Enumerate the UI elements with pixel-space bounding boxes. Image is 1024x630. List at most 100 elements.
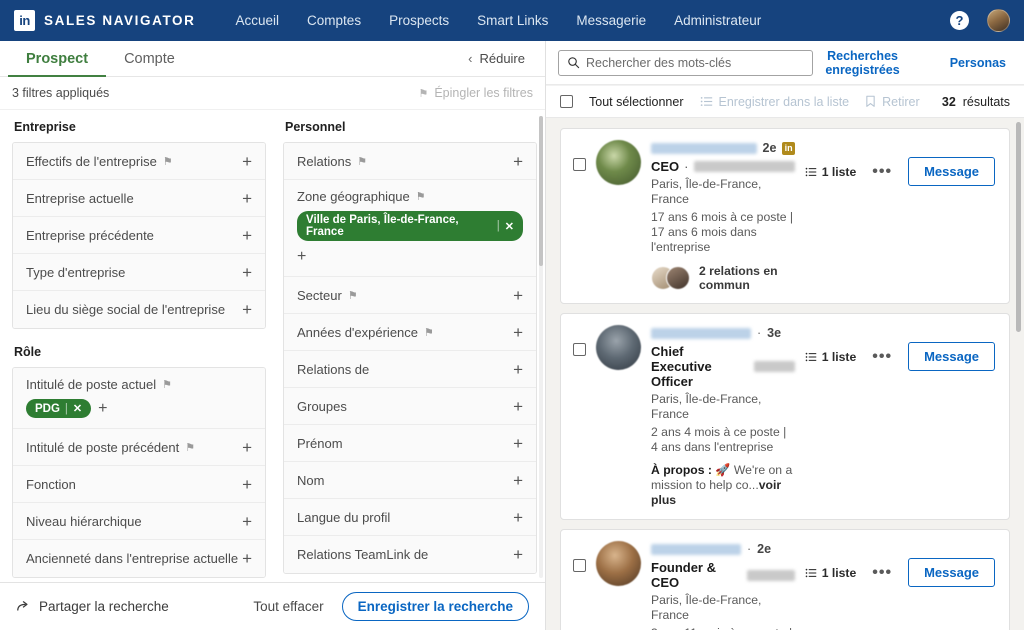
nav-link-prospects[interactable]: Prospects — [375, 0, 463, 41]
more-options-icon[interactable]: ••• — [872, 348, 892, 364]
result-select-checkbox[interactable] — [573, 559, 586, 572]
plus-icon[interactable]: + — [242, 513, 252, 530]
filter-row-prenom[interactable]: Prénom + — [284, 425, 536, 462]
result-card[interactable]: 2e in CEO · Paris, Île-de-France, France… — [560, 128, 1010, 304]
reduce-panel-button[interactable]: ‹ Réduire — [468, 41, 537, 76]
select-all-checkbox[interactable] — [560, 95, 573, 108]
result-card[interactable]: · 3e Chief Executive Officer Paris, Île-… — [560, 313, 1010, 520]
filter-row-groupes[interactable]: Groupes + — [284, 388, 536, 425]
filter-row-niveau-hierarchique[interactable]: Niveau hiérarchique + — [13, 503, 265, 540]
plus-icon[interactable]: + — [242, 439, 252, 456]
plus-icon[interactable]: + — [242, 550, 252, 567]
plus-icon[interactable]: + — [242, 190, 252, 207]
result-card[interactable]: · 2e Founder & CEO Paris, Île-de-France,… — [560, 529, 1010, 630]
prospect-title-line: Founder & CEO — [651, 560, 795, 590]
save-to-list-button[interactable]: Enregistrer dans la liste — [700, 95, 849, 109]
filter-row-relations-de[interactable]: Relations de + — [284, 351, 536, 388]
saved-searches-line-2: enregistrées — [825, 62, 900, 77]
filter-pill-ville-de-paris[interactable]: Ville de Paris, Île-de-France, France | … — [297, 211, 523, 241]
tab-compte[interactable]: Compte — [106, 41, 193, 76]
prospect-tenure: 3 ans 11 mois à ce poste | 3 ans 11 mois… — [651, 626, 795, 630]
message-button[interactable]: Message — [908, 342, 995, 371]
plus-icon[interactable]: + — [513, 546, 523, 563]
filter-row-fonction[interactable]: Fonction + — [13, 466, 265, 503]
save-search-button[interactable]: Enregistrer la recherche — [341, 592, 529, 621]
plus-icon[interactable]: + — [242, 264, 252, 281]
select-all-label[interactable]: Tout sélectionner — [589, 95, 684, 109]
filter-row-effectifs-entreprise[interactable]: Effectifs de l'entreprise ⚑ + — [13, 143, 265, 180]
help-icon[interactable]: ? — [950, 11, 969, 30]
filter-box-entreprise: Effectifs de l'entreprise ⚑ + Entreprise… — [12, 142, 266, 329]
personas-link[interactable]: Personas — [950, 56, 1006, 70]
filter-row-intitule-poste-precedent[interactable]: Intitulé de poste précédent ⚑ + — [13, 429, 265, 466]
share-search-label: Partager la recherche — [39, 599, 169, 614]
nav-link-accueil[interactable]: Accueil — [222, 0, 294, 41]
filter-row-annees-experience[interactable]: Années d'expérience ⚑ + — [284, 314, 536, 351]
tab-prospect[interactable]: Prospect — [8, 41, 107, 77]
filter-row-anciennete-entreprise-actuelle[interactable]: Ancienneté dans l'entreprise actuelle + — [13, 540, 265, 577]
filter-label: Effectifs de l'entreprise — [26, 153, 157, 169]
pin-filters-button[interactable]: ⚑ Épingler les filtres — [418, 86, 533, 100]
filter-pills: PDG | ✕ + — [26, 399, 252, 418]
filter-row-lieu-siege-social[interactable]: Lieu du siège social de l'entreprise + — [13, 291, 265, 328]
more-options-icon[interactable]: ••• — [872, 163, 892, 179]
plus-icon[interactable]: + — [513, 287, 523, 304]
pill-separator: | — [496, 220, 500, 232]
results-scrollbar-thumb[interactable] — [1016, 122, 1021, 332]
result-select-checkbox[interactable] — [573, 158, 586, 171]
filter-group-title-personnel: Personnel — [285, 120, 346, 134]
plus-icon[interactable]: + — [242, 476, 252, 493]
close-icon[interactable]: ✕ — [505, 220, 514, 233]
filter-row-langue-profil[interactable]: Langue du profil + — [284, 499, 536, 536]
message-button[interactable]: Message — [908, 558, 995, 587]
plus-icon[interactable]: + — [513, 324, 523, 341]
share-search-button[interactable]: Partager la recherche — [16, 599, 169, 614]
plus-icon[interactable]: + — [513, 509, 523, 526]
search-field-wrapper[interactable] — [558, 49, 814, 76]
prospect-avatar[interactable] — [596, 541, 641, 586]
list-chip[interactable]: 1 liste — [805, 566, 856, 580]
remove-button[interactable]: Retirer — [865, 95, 920, 109]
plus-icon[interactable]: + — [513, 153, 523, 170]
plus-icon[interactable]: + — [513, 361, 523, 378]
filter-row-relations-teamlink[interactable]: Relations TeamLink de + — [284, 536, 536, 573]
plus-icon[interactable]: + — [242, 227, 252, 244]
plus-icon[interactable]: + — [513, 398, 523, 415]
list-chip[interactable]: 1 liste — [805, 165, 856, 179]
message-button[interactable]: Message — [908, 157, 995, 186]
nav-link-messagerie[interactable]: Messagerie — [562, 0, 660, 41]
user-avatar[interactable] — [987, 9, 1010, 32]
filters-scrollbar-thumb[interactable] — [539, 116, 543, 266]
prospect-avatar[interactable] — [596, 140, 641, 185]
clear-all-button[interactable]: Tout effacer — [253, 599, 323, 614]
search-input[interactable] — [586, 55, 805, 70]
mutual-connections[interactable]: 2 relations en commun — [651, 264, 795, 292]
filter-row-type-entreprise[interactable]: Type d'entreprise + — [13, 254, 265, 291]
list-chip[interactable]: 1 liste — [805, 350, 856, 364]
saved-searches-link[interactable]: Recherches enregistrées — [825, 49, 899, 77]
plus-icon[interactable]: + — [513, 435, 523, 452]
filter-row-entreprise-actuelle[interactable]: Entreprise actuelle + — [13, 180, 265, 217]
filter-row-entreprise-precedente[interactable]: Entreprise précédente + — [13, 217, 265, 254]
degree-separator: · — [747, 542, 752, 556]
result-select-checkbox[interactable] — [573, 343, 586, 356]
filter-row-nom[interactable]: Nom + — [284, 462, 536, 499]
filter-row-relations[interactable]: Relations ⚑ + — [284, 143, 536, 180]
nav-link-comptes[interactable]: Comptes — [293, 0, 375, 41]
plus-icon[interactable]: + — [242, 153, 252, 170]
prospect-avatar[interactable] — [596, 325, 641, 370]
pin-icon: ⚑ — [162, 155, 173, 168]
connection-degree: 3e — [767, 326, 782, 340]
filter-row-secteur[interactable]: Secteur ⚑ + — [284, 277, 536, 314]
brand-logo[interactable]: in SALES NAVIGATOR — [14, 10, 196, 31]
plus-icon[interactable]: + — [297, 248, 523, 266]
plus-icon[interactable]: + — [242, 301, 252, 318]
pin-icon: ⚑ — [162, 379, 172, 391]
plus-icon[interactable]: + — [513, 472, 523, 489]
close-icon[interactable]: ✕ — [73, 402, 82, 415]
nav-link-administrateur[interactable]: Administrateur — [660, 0, 775, 41]
plus-icon[interactable]: + — [98, 400, 107, 417]
more-options-icon[interactable]: ••• — [872, 564, 892, 580]
nav-link-smart-links[interactable]: Smart Links — [463, 0, 562, 41]
filter-pill-pdg[interactable]: PDG | ✕ — [26, 399, 92, 418]
